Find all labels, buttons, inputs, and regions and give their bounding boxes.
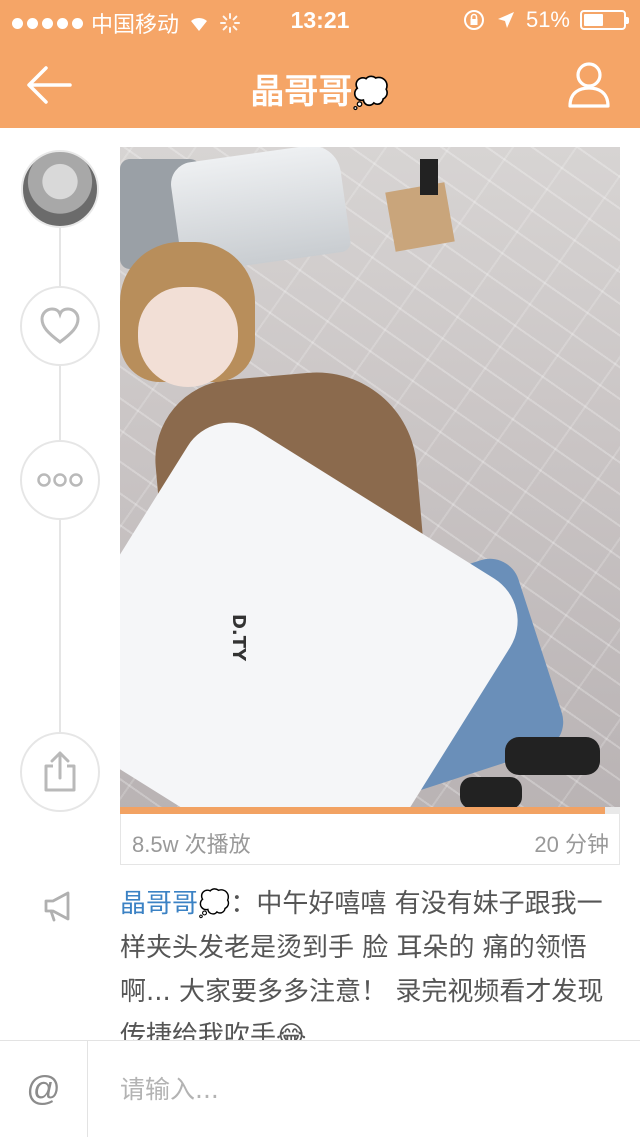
page-title-text: 晶哥哥 xyxy=(250,73,353,111)
at-icon: @ xyxy=(26,1069,61,1108)
video-jacket-label: D.TY xyxy=(228,613,250,662)
play-count: 8.5w 次播放 xyxy=(132,832,251,857)
status-bar: 中国移动 13:21 51% xyxy=(0,0,640,40)
post-description: 晶哥哥💭：中午好嘻嘻 有没有妹子跟我一样夹头发老是烫到手 脸 耳朵的 痛的领悟啊… xyxy=(120,882,625,1058)
location-arrow-icon xyxy=(497,12,514,28)
battery-percent: 51% xyxy=(525,7,570,32)
share-icon xyxy=(44,751,76,792)
video-shoe xyxy=(460,777,522,809)
comment-bar: @ xyxy=(0,1040,640,1137)
heart-icon xyxy=(40,307,80,344)
battery-icon xyxy=(580,10,629,30)
like-button[interactable] xyxy=(20,286,100,366)
thought-bubble-emoji: 💭 xyxy=(352,77,390,110)
avatar[interactable] xyxy=(21,150,99,228)
video-player[interactable]: D.TY xyxy=(120,147,620,812)
video-face xyxy=(138,287,238,387)
header: 中国移动 13:21 51% 晶哥哥💭 xyxy=(0,0,640,128)
comment-input[interactable] xyxy=(118,1069,598,1109)
rotation-lock-icon xyxy=(463,10,484,30)
more-button[interactable] xyxy=(20,440,100,520)
status-right: 51% xyxy=(462,7,629,33)
author-separator: ： xyxy=(230,889,257,919)
author-link[interactable]: 晶哥哥💭 xyxy=(120,889,230,919)
duration: 20 分钟 xyxy=(534,832,609,857)
share-button[interactable] xyxy=(20,732,100,812)
megaphone-icon xyxy=(44,891,70,922)
video-progress-fill xyxy=(120,807,605,814)
user-icon xyxy=(568,62,610,108)
ellipsis-icon xyxy=(37,473,83,487)
video-stats: 8.5w 次播放 20 分钟 xyxy=(120,814,620,865)
page-title: 晶哥哥💭 xyxy=(0,64,640,113)
mention-button[interactable]: @ xyxy=(0,1041,88,1137)
video-shoe xyxy=(505,737,600,775)
video-progress-bar[interactable] xyxy=(120,807,620,814)
nav-bar: 晶哥哥💭 xyxy=(0,40,640,128)
profile-button[interactable] xyxy=(564,58,614,112)
video-post xyxy=(420,159,438,195)
